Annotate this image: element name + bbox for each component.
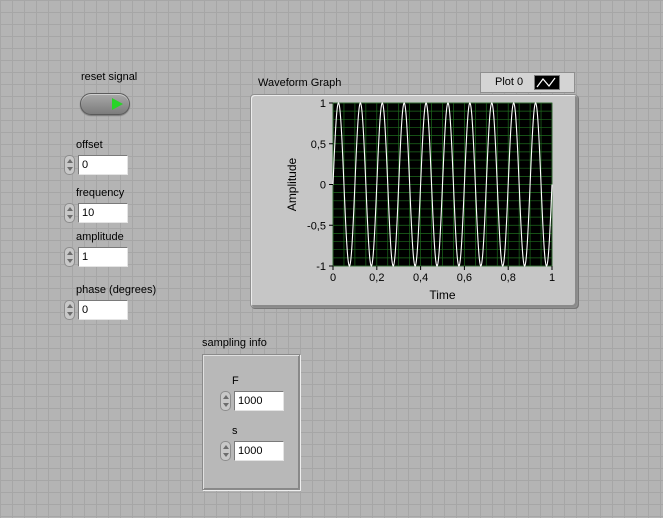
arrow-up-icon[interactable] [67, 159, 73, 163]
phase-increment-decrement[interactable] [64, 300, 75, 320]
arrow-down-icon[interactable] [67, 259, 73, 263]
amplitude-label: amplitude [76, 231, 124, 243]
waveform-plot: 0 0,2 0,4 0,6 0,8 1 1 0,5 0 -0,5 -1 Time Amplitude [285, 98, 555, 302]
y-tick-label: -1 [316, 261, 326, 273]
y-tick-label: -0,5 [307, 220, 326, 232]
f-increment-decrement[interactable] [220, 391, 231, 411]
x-tick-label: 0 [330, 272, 336, 284]
x-tick-label: 0,6 [457, 272, 472, 284]
plot-legend[interactable]: Plot 0 [480, 72, 575, 93]
s-increment-decrement[interactable] [220, 441, 231, 461]
arrow-down-icon[interactable] [223, 453, 229, 457]
s-input[interactable]: 1000 [234, 441, 284, 461]
phase-label: phase (degrees) [76, 284, 157, 296]
reset-signal-button[interactable] [80, 93, 130, 115]
arrow-down-icon[interactable] [67, 167, 73, 171]
reset-signal-label: reset signal [81, 71, 138, 83]
frequency-increment-decrement[interactable] [64, 203, 75, 223]
amplitude-control: 1 [64, 247, 128, 267]
arrow-down-icon[interactable] [67, 215, 73, 219]
sampling-info-label: sampling info [202, 337, 267, 349]
offset-increment-decrement[interactable] [64, 155, 75, 175]
led-indicator-icon [112, 98, 123, 110]
y-tick-label: 0 [320, 180, 326, 192]
offset-input[interactable]: 0 [78, 155, 128, 175]
amplitude-input[interactable]: 1 [78, 247, 128, 267]
s-label: s [232, 425, 238, 437]
x-tick-label: 0,4 [413, 272, 428, 284]
arrow-up-icon[interactable] [223, 445, 229, 449]
f-label: F [232, 375, 239, 387]
phase-input[interactable]: 0 [78, 300, 128, 320]
frequency-control: 10 [64, 203, 128, 223]
arrow-down-icon[interactable] [67, 312, 73, 316]
y-axis-label: Amplitude [285, 158, 299, 212]
y-tick-label: 0,5 [311, 139, 326, 151]
graph-title: Waveform Graph [258, 77, 342, 89]
arrow-up-icon[interactable] [67, 251, 73, 255]
f-control: 1000 [220, 391, 284, 411]
s-control: 1000 [220, 441, 284, 461]
arrow-up-icon[interactable] [223, 395, 229, 399]
arrow-down-icon[interactable] [223, 403, 229, 407]
frequency-input[interactable]: 10 [78, 203, 128, 223]
x-tick-label: 0,8 [501, 272, 516, 284]
y-tick-label: 1 [320, 98, 326, 110]
frequency-label: frequency [76, 187, 125, 199]
amplitude-increment-decrement[interactable] [64, 247, 75, 267]
offset-label: offset [76, 139, 103, 151]
plot-legend-label: Plot 0 [495, 76, 524, 88]
x-tick-label: 0,2 [369, 272, 384, 284]
arrow-up-icon[interactable] [67, 207, 73, 211]
plot-line-icon[interactable] [534, 75, 560, 90]
phase-control: 0 [64, 300, 128, 320]
sampling-info-cluster [202, 354, 300, 490]
x-tick-label: 1 [549, 272, 555, 284]
f-input[interactable]: 1000 [234, 391, 284, 411]
x-axis-label: Time [429, 288, 456, 302]
arrow-up-icon[interactable] [67, 304, 73, 308]
offset-control: 0 [64, 155, 128, 175]
